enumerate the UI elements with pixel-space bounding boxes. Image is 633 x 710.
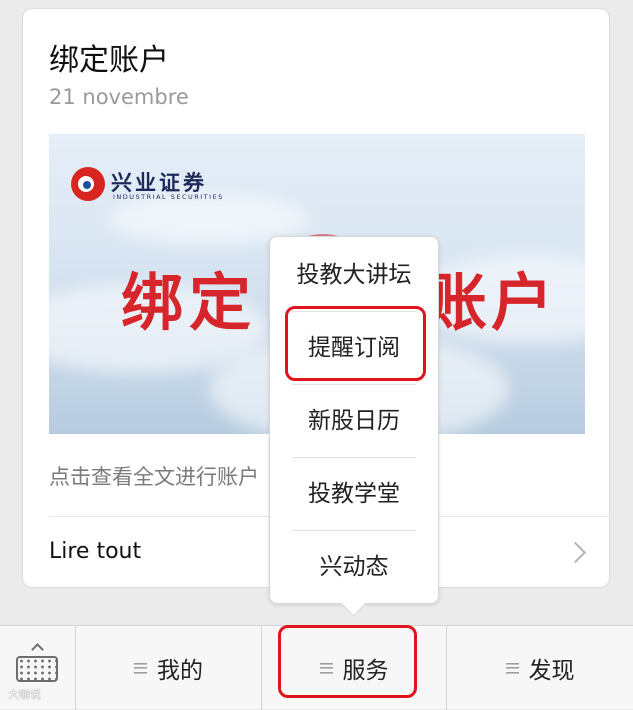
article-date: 21 novembre [49, 85, 189, 109]
highlight-reminder-subscription [285, 306, 426, 381]
submenu-item-investor-forum[interactable]: 投教大讲坛 [270, 239, 438, 311]
submenu-item-xing-news[interactable]: 兴动态 [270, 531, 438, 603]
watermark: 大咖说 [8, 688, 41, 701]
brand-logo-subtitle: INDUSTRIAL SECURITIES [113, 193, 224, 201]
keyboard-icon [16, 656, 58, 682]
read-all-link[interactable]: Lire tout [49, 539, 141, 564]
menu-tab-label: 发现 [528, 658, 575, 684]
submenu-item-ipo-calendar[interactable]: 新股日历 [270, 385, 438, 457]
submenu-item-investor-school[interactable]: 投教学堂 [270, 458, 438, 530]
banner-headline-left: 绑定 [121, 266, 258, 339]
menu-lines-icon [505, 662, 519, 674]
menu-tab-mine[interactable]: 我的 [76, 626, 262, 710]
highlight-service-tab [278, 625, 417, 698]
chevron-right-icon [564, 541, 587, 564]
caret-up-icon [31, 643, 44, 656]
article-title: 绑定账户 [49, 43, 169, 78]
service-submenu: 投教大讲坛 提醒订阅 新股日历 投教学堂 兴动态 [269, 236, 439, 617]
banner-headline-right: 账户 [425, 266, 558, 339]
menu-lines-icon [134, 662, 147, 674]
menu-tab-label: 我的 [157, 658, 203, 684]
brand-logo-icon [71, 167, 105, 201]
article-summary: 点击查看全文进行账户 [49, 465, 259, 489]
menu-tab-discover[interactable]: 发现 [447, 626, 633, 710]
